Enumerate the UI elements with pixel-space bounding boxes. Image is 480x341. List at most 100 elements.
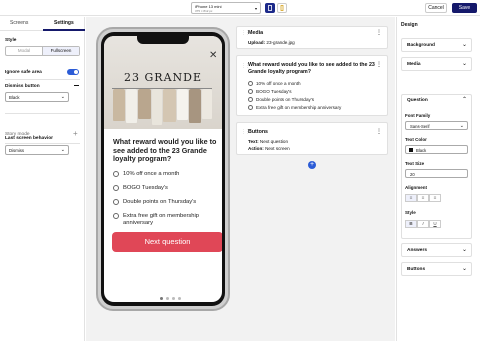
ignore-safe-area-toggle[interactable] (67, 69, 79, 75)
collapse-icon[interactable] (74, 85, 79, 86)
radio-icon (113, 213, 119, 219)
phone-preview: 23 GRANDE ✕ What reward would you like t… (96, 27, 230, 311)
text-color-value: Black (416, 148, 427, 153)
more-options-icon[interactable]: ⋮ (376, 30, 382, 36)
radio-icon (248, 89, 253, 94)
text-color-label: Text Color (405, 137, 427, 142)
upload-key: Upload: (248, 40, 266, 45)
accordion-buttons[interactable]: Buttons ⌄ (401, 262, 472, 276)
page-dot (160, 297, 163, 300)
dismiss-button-select[interactable]: Black ⌄ (5, 92, 69, 102)
media-card[interactable]: ⋮⋮ Media ⋮ Upload: 23-grande.jpg (236, 26, 388, 49)
accordion-media[interactable]: Media ⌄ (401, 57, 472, 71)
accordion-title: Answers (407, 248, 427, 253)
font-family-label: Font Family (405, 113, 431, 118)
question-card-option: Double points on Thursday's (248, 97, 314, 102)
color-swatch (409, 148, 413, 152)
brand-logo: 23 GRANDE (124, 71, 202, 84)
garment (126, 89, 137, 123)
radio-icon (113, 199, 119, 205)
media-upload-line: Upload: 23-grande.jpg (248, 40, 295, 45)
question-card-option: BOGO Tuesday's (248, 89, 292, 94)
question-card[interactable]: ⋮⋮ What reward would you like to see add… (236, 55, 388, 116)
divider (5, 79, 80, 80)
landscape-orientation-button[interactable] (277, 3, 287, 13)
design-panel-title: Design (401, 22, 418, 28)
answer-option-label: 10% off once a month (123, 171, 180, 177)
question-card-option: 10% off once a month (248, 81, 301, 86)
text-style-label: Style (405, 210, 416, 215)
top-toolbar: iPhone 13 mini 375 × 812 px ▾ Cancel Sav… (0, 0, 480, 16)
style-option-modal[interactable]: Modal (6, 47, 42, 55)
text-size-value: 20 (410, 172, 415, 177)
button-text-line: Text: Next question (248, 139, 288, 144)
last-screen-behavior-select[interactable]: Dismiss ⌄ (5, 145, 69, 155)
portrait-orientation-button[interactable] (265, 3, 275, 13)
answer-option[interactable]: BOGO Tuesday's (113, 185, 168, 192)
chevron-down-icon: ⌄ (461, 42, 467, 48)
button-action-line: Action: Next screen (248, 146, 290, 151)
radio-icon (113, 185, 119, 191)
accordion-background[interactable]: Background ⌄ (401, 38, 472, 52)
page-indicator (160, 297, 181, 300)
garment (152, 89, 162, 125)
chevron-down-icon: ⌄ (461, 247, 467, 253)
question-card-option-label: Double points on Thursday's (256, 97, 314, 102)
cancel-button[interactable]: Cancel (425, 3, 447, 13)
save-button[interactable]: Save (452, 3, 477, 13)
media-card-title: Media (248, 30, 264, 36)
font-family-select[interactable]: Sans-Serif ⌄ (405, 121, 468, 130)
underline-button[interactable]: U (429, 220, 441, 228)
alignment-label: Alignment (405, 185, 427, 190)
divider (5, 113, 80, 114)
next-question-button[interactable]: Next question (112, 232, 222, 252)
device-select[interactable]: iPhone 13 mini 375 × 812 px ▾ (191, 2, 261, 14)
active-tab-indicator (43, 29, 85, 31)
more-options-icon[interactable]: ⋮ (376, 62, 382, 68)
answer-option[interactable]: Extra free gift on membership anniversar… (113, 213, 213, 227)
accordion-answers[interactable]: Answers ⌄ (401, 243, 472, 257)
answer-option[interactable]: Double points on Thursday's (113, 199, 196, 206)
question-card-option-label: 10% off once a month (256, 81, 301, 86)
bold-button[interactable]: B (405, 220, 417, 228)
chevron-down-icon: ⌄ (461, 266, 467, 272)
align-center-button[interactable]: ≡ (417, 194, 429, 202)
add-block-button[interactable]: + (308, 161, 316, 169)
radio-icon (113, 171, 119, 177)
upload-filename: 23-grande.jpg (266, 40, 295, 45)
ignore-safe-area-label: Ignore safe area (5, 70, 42, 75)
chevron-up-icon[interactable]: ⌃ (462, 96, 467, 103)
close-icon[interactable]: ✕ (209, 50, 217, 61)
chevron-down-icon: ⌄ (60, 94, 65, 100)
question-card-option-label: Extra free gift on membership anniversar… (256, 105, 342, 110)
phone-bezel: 23 GRANDE ✕ What reward would you like t… (101, 32, 225, 306)
dismiss-button-value: Black (9, 95, 20, 100)
buttons-card[interactable]: ⋮⋮ Buttons ⋮ Text: Next question Action:… (236, 122, 388, 155)
hero-image: 23 GRANDE (104, 36, 222, 129)
style-option-fullscreen[interactable]: Fullscreen (42, 47, 79, 55)
tab-settings[interactable]: Settings (54, 20, 74, 26)
button-action-value: Next screen (265, 146, 290, 151)
garment (202, 89, 212, 119)
answer-option[interactable]: 10% off once a month (113, 171, 179, 178)
tab-screens[interactable]: Screens (10, 20, 28, 26)
radio-icon (248, 97, 253, 102)
radio-icon (248, 81, 253, 86)
align-right-button[interactable]: ≡ (429, 194, 441, 202)
more-options-icon[interactable]: ⋮ (376, 129, 382, 135)
text-size-input[interactable]: 20 (405, 169, 468, 178)
accordion-title: Buttons (407, 267, 426, 272)
text-style-buttons: B I U (405, 220, 441, 228)
garment (113, 89, 125, 121)
page-dot (172, 297, 175, 300)
plus-icon[interactable]: + (73, 129, 78, 138)
answer-option-label: BOGO Tuesday's (123, 185, 168, 191)
text-color-select[interactable]: Black (405, 145, 468, 154)
text-size-label: Text Size (405, 161, 425, 166)
chevron-down-icon: ▾ (254, 6, 257, 11)
answer-option-label: Extra free gift on membership anniversar… (123, 213, 200, 226)
settings-panel: Screens Settings Style Modal Fullscreen … (0, 17, 85, 341)
italic-button[interactable]: I (417, 220, 429, 228)
button-text-value: Next question (259, 139, 289, 144)
align-left-button[interactable]: ≡ (405, 194, 417, 202)
